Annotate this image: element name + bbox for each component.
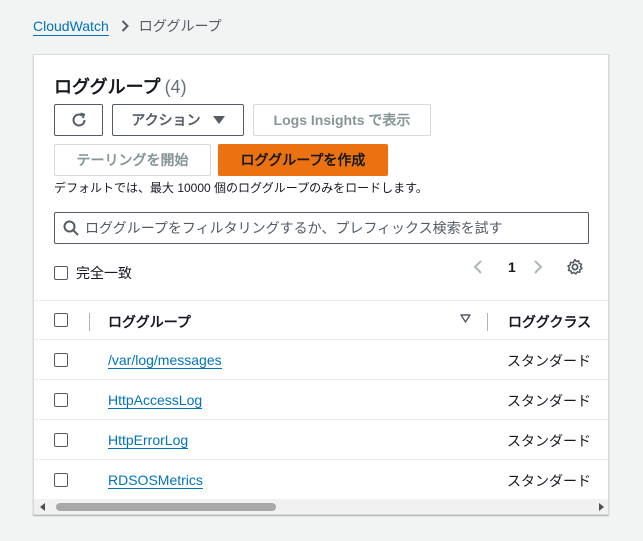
create-log-group-button[interactable]: ロググループを作成	[218, 144, 388, 176]
select-all-checkbox[interactable]	[54, 313, 68, 327]
log-class-value: スタンダード	[507, 473, 591, 489]
sort-down-icon[interactable]	[460, 314, 471, 323]
exact-match-checkbox[interactable]	[54, 266, 68, 280]
actions-dropdown-button[interactable]: アクション	[112, 104, 244, 136]
column-header-log-class[interactable]: ロググクラス	[508, 312, 591, 332]
current-page[interactable]: 1	[508, 259, 516, 275]
log-class-value: スタンダード	[507, 353, 591, 369]
exact-match-option[interactable]: 完全一致	[54, 263, 132, 283]
scroll-left-icon[interactable]	[40, 503, 46, 511]
load-limit-hint: デフォルトでは、最大 10000 個のロググループのみをロードします。	[54, 181, 428, 195]
logs-insights-button[interactable]: Logs Insights で表示	[253, 104, 431, 136]
next-page-icon[interactable]	[534, 260, 548, 274]
table-row: RDSOSMetrics スタンダード	[34, 460, 608, 500]
scrollbar-thumb[interactable]	[56, 503, 276, 511]
panel-header: ロググループ (4)	[54, 73, 187, 99]
log-class-value: スタンダード	[507, 433, 591, 449]
refresh-icon	[70, 111, 88, 129]
search-input[interactable]	[85, 220, 575, 236]
log-groups-panel: ロググループ (4) アクション Logs Insights で表示 テーリングを…	[33, 54, 609, 515]
breadcrumb-current: ロググループ	[138, 18, 222, 34]
search-field[interactable]	[54, 212, 589, 244]
table-row: HttpAccessLog スタンダード	[34, 380, 608, 420]
scroll-right-icon[interactable]	[598, 503, 604, 511]
breadcrumb: CloudWatch ロググループ	[33, 16, 222, 36]
chevron-right-icon	[121, 20, 129, 32]
row-checkbox[interactable]	[54, 353, 68, 367]
log-group-link[interactable]: HttpErrorLog	[108, 432, 189, 449]
row-checkbox[interactable]	[54, 433, 68, 447]
gear-icon[interactable]	[566, 258, 584, 276]
table-header: ロググループ ロググクラス	[34, 300, 608, 340]
actions-label: アクション	[131, 112, 201, 128]
page-title: ロググループ	[54, 77, 161, 97]
column-header-log-group[interactable]: ロググループ	[108, 312, 191, 332]
column-divider	[89, 313, 90, 331]
horizontal-scrollbar[interactable]	[34, 499, 608, 514]
log-group-count: (4)	[164, 77, 187, 97]
column-divider[interactable]	[487, 313, 488, 331]
table-row: /var/log/messages スタンダード	[34, 340, 608, 380]
log-group-link[interactable]: RDSOSMetrics	[108, 472, 203, 489]
search-icon	[63, 220, 79, 236]
refresh-button[interactable]	[54, 104, 103, 136]
log-class-value: スタンダード	[507, 393, 591, 409]
log-group-link[interactable]: HttpAccessLog	[108, 392, 203, 409]
row-checkbox[interactable]	[54, 473, 68, 487]
prev-page-icon[interactable]	[474, 260, 488, 274]
start-tailing-button[interactable]: テーリングを開始	[54, 144, 211, 176]
caret-down-icon	[212, 116, 225, 124]
log-group-link[interactable]: /var/log/messages	[108, 352, 222, 369]
pagination: 1	[474, 259, 548, 275]
exact-match-label: 完全一致	[76, 265, 132, 281]
row-checkbox[interactable]	[54, 393, 68, 407]
breadcrumb-cloudwatch-link[interactable]: CloudWatch	[33, 17, 109, 36]
table-row: HttpErrorLog スタンダード	[34, 420, 608, 460]
